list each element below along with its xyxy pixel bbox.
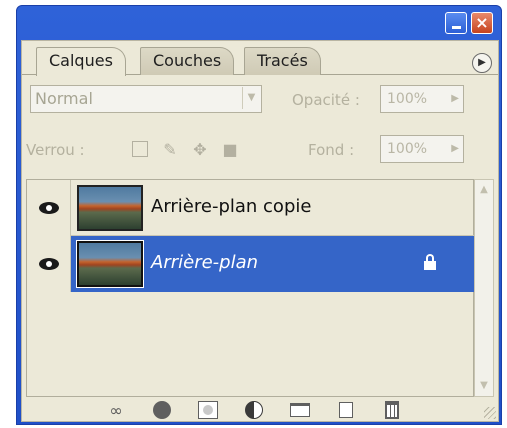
new-group-button[interactable] (288, 400, 312, 420)
layers-scrollbar[interactable]: ▲ ▼ (474, 179, 494, 397)
layers-list: Arrière-plan copie Arrière-plan (26, 179, 475, 397)
minimize-button[interactable] (445, 12, 467, 34)
layer-name: Arrière-plan copie (151, 196, 312, 217)
layer-style-button[interactable] (150, 400, 174, 420)
link-layers-icon[interactable]: ∞ (104, 400, 128, 420)
layer-thumbnail (77, 185, 143, 231)
tab-calques[interactable]: Calques (36, 47, 126, 76)
delete-layer-button[interactable] (380, 400, 404, 420)
bottom-toolbar: ∞ (22, 397, 498, 423)
title-bar[interactable]: × (17, 6, 501, 40)
slider-arrow-icon[interactable]: ▶ (451, 136, 459, 162)
opacity-input[interactable]: 100% ▶ (380, 85, 464, 113)
lock-all-icon[interactable]: ■ (220, 139, 240, 159)
blend-mode-select[interactable]: Normal (30, 85, 262, 113)
eye-icon (38, 258, 59, 270)
fill-input[interactable]: 100% ▶ (380, 135, 464, 163)
lock-label: Verrou : (26, 141, 85, 159)
trash-icon (385, 401, 399, 419)
slider-arrow-icon[interactable]: ▶ (451, 86, 459, 112)
lock-transparency-icon[interactable] (130, 139, 150, 159)
layer-row-selected[interactable]: Arrière-plan (27, 236, 475, 292)
mask-icon (198, 401, 218, 419)
triangle-right-icon: ▶ (478, 57, 486, 68)
new-layer-icon (339, 402, 353, 418)
tab-couches[interactable]: Couches (140, 47, 235, 75)
layer-body[interactable]: Arrière-plan (71, 236, 475, 292)
layers-panel-window: × Calques Couches Tracés ▶ Normal ▼ Opac… (16, 5, 502, 425)
panel-menu-button[interactable]: ▶ (472, 53, 492, 73)
blend-row: Normal ▼ Opacité : 100% ▶ (22, 81, 498, 115)
adjustment-layer-button[interactable] (242, 400, 266, 420)
close-button[interactable]: × (471, 12, 493, 34)
new-layer-button[interactable] (334, 400, 358, 420)
blend-mode-value: Normal (35, 89, 93, 108)
panel-body: Calques Couches Tracés ▶ Normal ▼ Opacit… (21, 40, 499, 422)
layer-thumbnail (76, 240, 144, 288)
lock-row: Verrou : ✎ ✥ ■ Fond : 100% ▶ (22, 133, 498, 167)
lock-icon (423, 254, 437, 270)
fill-label: Fond : (308, 141, 355, 159)
scroll-up-icon[interactable]: ▲ (475, 180, 493, 200)
adjustment-icon (245, 401, 263, 419)
tab-strip: Calques Couches Tracés ▶ (22, 41, 498, 76)
chevron-down-icon[interactable]: ▼ (242, 87, 260, 109)
lock-brush-icon[interactable]: ✎ (160, 139, 180, 159)
add-mask-button[interactable] (196, 400, 220, 420)
tab-traces[interactable]: Tracés (244, 47, 321, 75)
layer-row[interactable]: Arrière-plan copie (27, 180, 475, 236)
lock-options: ✎ ✥ ■ (130, 139, 240, 159)
fill-value: 100% (387, 141, 428, 157)
folder-icon (290, 403, 310, 417)
opacity-value: 100% (387, 91, 428, 107)
lock-move-icon[interactable]: ✥ (190, 139, 210, 159)
visibility-toggle[interactable] (27, 236, 71, 292)
layer-name: Arrière-plan (151, 252, 259, 273)
eye-icon (38, 202, 59, 214)
layer-body[interactable]: Arrière-plan copie (71, 180, 475, 236)
visibility-toggle[interactable] (27, 180, 71, 236)
opacity-label: Opacité : (292, 91, 360, 109)
scroll-down-icon[interactable]: ▼ (475, 376, 493, 396)
resize-grip[interactable] (484, 407, 496, 419)
fx-icon (153, 401, 171, 419)
